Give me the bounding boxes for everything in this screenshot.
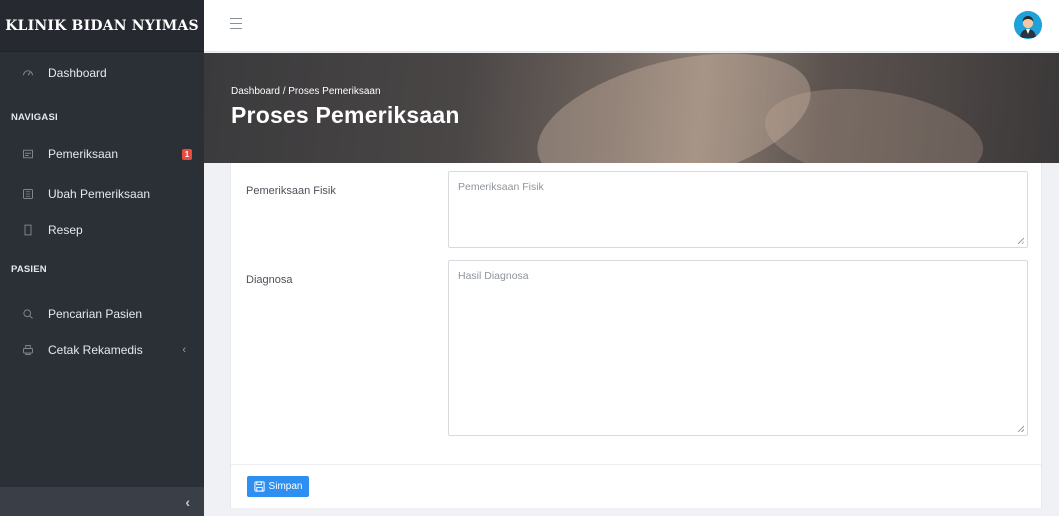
- pemeriksaan-fisik-label: Pemeriksaan Fisik: [246, 185, 336, 197]
- sidebar-item-ubah-pemeriksaan[interactable]: Ubah Pemeriksaan: [0, 178, 204, 210]
- pemeriksaan-fisik-textarea[interactable]: Pemeriksaan Fisik: [448, 171, 1028, 248]
- sidebar: KLINIK BIDAN NYIMAS Dashboard NAVIGASI P…: [0, 0, 204, 516]
- sidebar-item-pencarian-pasien[interactable]: Pencarian Pasien: [0, 298, 204, 330]
- breadcrumb: Dashboard / Proses Pemeriksaan: [231, 86, 381, 97]
- topbar: [204, 0, 1059, 52]
- placeholder-text: Pemeriksaan Fisik: [458, 181, 544, 193]
- brand-name: KLINIK BIDAN NYIMAS: [5, 17, 199, 34]
- section-pasien: PASIEN: [11, 264, 47, 275]
- page-title: Proses Pemeriksaan: [231, 102, 460, 128]
- sidebar-item-label: Ubah Pemeriksaan: [48, 187, 151, 201]
- sidebar-item-label: Pencarian Pasien: [48, 307, 143, 321]
- save-label: Simpan: [268, 481, 303, 492]
- dashboard-icon: [20, 65, 36, 81]
- form-footer: Simpan: [231, 464, 1041, 508]
- print-icon: [20, 342, 36, 358]
- sidebar-item-dashboard[interactable]: Dashboard: [0, 57, 204, 89]
- resize-handle-icon[interactable]: [1018, 426, 1024, 432]
- clipboard-icon: [20, 146, 36, 162]
- search-icon: [20, 306, 36, 322]
- sidebar-item-resep[interactable]: Resep: [0, 214, 204, 246]
- save-icon: [253, 481, 265, 492]
- hamburger-icon[interactable]: [230, 18, 242, 30]
- resize-handle-icon[interactable]: [1018, 238, 1024, 244]
- sidebar-item-label: Pemeriksaan: [48, 147, 119, 161]
- page-header-banner: Dashboard / Proses Pemeriksaan Proses Pe…: [204, 53, 1059, 163]
- sidebar-item-label: Cetak Rekamedis: [48, 343, 143, 357]
- sidebar-item-label: Dashboard: [48, 66, 107, 80]
- diagnosa-label: Diagnosa: [246, 274, 293, 286]
- sidebar-item-pemeriksaan[interactable]: Pemeriksaan 1: [0, 138, 204, 170]
- form-card: Pemeriksaan Fisik Pemeriksaan Fisik Diag…: [230, 163, 1042, 508]
- section-navigasi: NAVIGASI: [11, 112, 58, 123]
- diagnosa-textarea[interactable]: Hasil Diagnosa: [448, 260, 1028, 436]
- brand[interactable]: KLINIK BIDAN NYIMAS: [0, 0, 204, 52]
- placeholder-text: Hasil Diagnosa: [458, 270, 529, 282]
- save-button[interactable]: Simpan: [247, 476, 309, 497]
- document-icon: [20, 222, 36, 238]
- sidebar-item-label: Resep: [48, 223, 83, 237]
- chevron-left-icon: ‹: [182, 344, 186, 356]
- user-avatar[interactable]: [1014, 11, 1042, 39]
- sidebar-item-cetak-rekamedis[interactable]: Cetak Rekamedis ‹: [0, 334, 204, 366]
- sidebar-collapse-button[interactable]: ‹: [0, 487, 204, 516]
- notification-badge: 1: [182, 149, 192, 160]
- edit-icon: [20, 186, 36, 202]
- chevron-left-icon: ‹: [185, 493, 190, 510]
